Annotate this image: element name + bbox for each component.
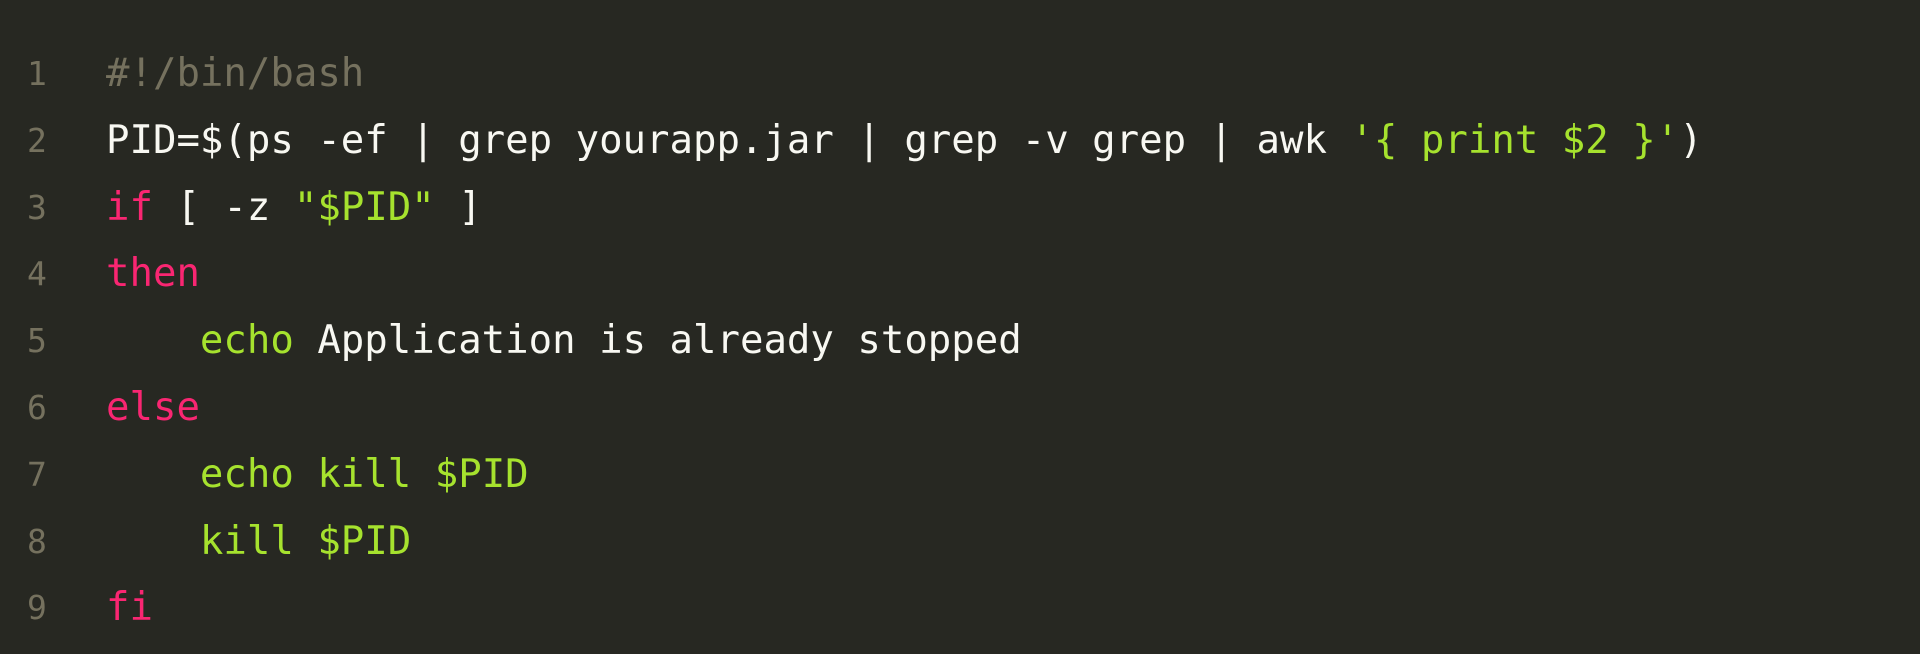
line-number: 3 bbox=[27, 187, 47, 227]
code-line-8: 8 kill $PID bbox=[0, 509, 1920, 576]
builtin-token: kill bbox=[199, 518, 294, 564]
code-line-7: 7 echo kill $PID bbox=[0, 442, 1920, 509]
plain-token: Application is already stopped bbox=[293, 318, 1022, 364]
indent-token bbox=[106, 452, 200, 497]
comment-token: #!/bin/bash bbox=[106, 51, 365, 96]
code-line-5: 5 echo Application is already stopped bbox=[0, 308, 1920, 375]
variable-token: $PID bbox=[434, 451, 529, 497]
builtin-token: echo bbox=[199, 318, 294, 364]
line-number: 2 bbox=[27, 120, 47, 160]
line-content[interactable]: echo kill $PID bbox=[106, 442, 1920, 509]
code-line-4: 4 then bbox=[0, 241, 1920, 308]
line-content[interactable]: if [ -z "$PID" ] bbox=[106, 175, 1920, 242]
line-content[interactable]: #!/bin/bash bbox=[106, 41, 1920, 108]
line-content[interactable]: echo Application is already stopped bbox=[106, 308, 1920, 375]
line-number: 1 bbox=[27, 54, 47, 93]
line-number: 8 bbox=[27, 521, 47, 561]
code-editor[interactable]: 1 #!/bin/bash 2 PID=$(ps -ef | grep your… bbox=[0, 0, 1920, 654]
line-number: 7 bbox=[27, 454, 47, 494]
keyword-token: if bbox=[106, 184, 153, 230]
plain-token: ) bbox=[1679, 117, 1703, 163]
line-number: 6 bbox=[27, 387, 47, 427]
string-token: "$PID" bbox=[293, 184, 435, 230]
indent-token bbox=[106, 519, 200, 564]
code-line-6: 6 else bbox=[0, 375, 1920, 442]
line-content[interactable]: PID=$(ps -ef | grep yourapp.jar | grep -… bbox=[106, 108, 1920, 175]
builtin-token: kill bbox=[317, 451, 412, 497]
string-token: '{ print $2 }' bbox=[1350, 117, 1680, 163]
plain-token: ] bbox=[434, 184, 482, 230]
line-number: 5 bbox=[27, 321, 47, 361]
line-content[interactable]: then bbox=[106, 241, 1920, 308]
keyword-token: else bbox=[106, 384, 200, 430]
code-line-9: 9 fi bbox=[0, 575, 1920, 642]
line-number: 9 bbox=[27, 588, 47, 628]
indent-token bbox=[106, 318, 200, 363]
code-line-2: 2 PID=$(ps -ef | grep yourapp.jar | grep… bbox=[0, 108, 1920, 175]
line-content[interactable]: fi bbox=[106, 575, 1920, 642]
variable-token: $PID bbox=[317, 518, 412, 564]
plain-token: [ -z bbox=[152, 184, 294, 230]
keyword-token: fi bbox=[106, 585, 153, 631]
plain-token: PID=$(ps -ef | grep yourapp.jar | grep -… bbox=[106, 117, 1351, 163]
line-content[interactable]: kill $PID bbox=[106, 509, 1920, 576]
code-line-1: 1 #!/bin/bash bbox=[0, 41, 1920, 108]
builtin-token: echo bbox=[199, 451, 294, 497]
keyword-token: then bbox=[106, 251, 200, 297]
code-line-3: 3 if [ -z "$PID" ] bbox=[0, 175, 1920, 242]
line-content[interactable]: else bbox=[106, 375, 1920, 442]
line-number: 4 bbox=[27, 254, 47, 294]
